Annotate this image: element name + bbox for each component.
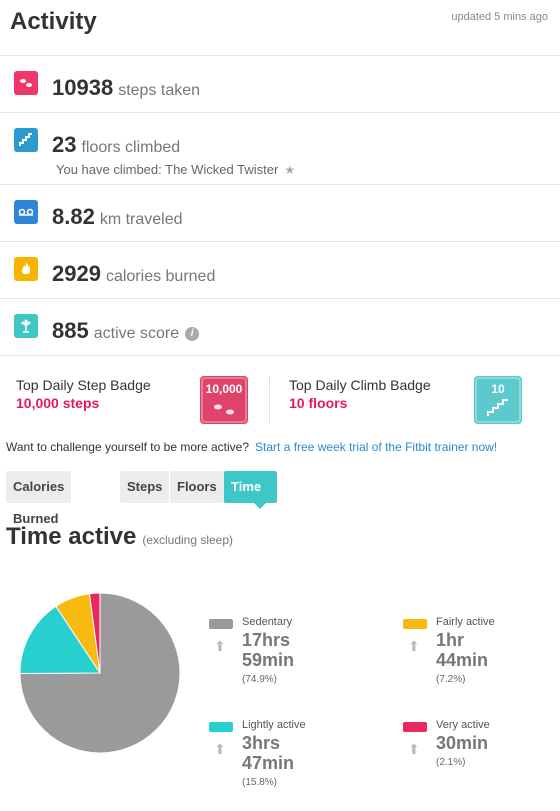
section-subtitle: (excluding sleep) [142, 533, 234, 547]
tab-floors[interactable]: Floors [170, 471, 224, 503]
floors-value: 23 [52, 132, 77, 157]
climbed-note: You have climbed: The Wicked Twister ★ [56, 162, 295, 177]
very-active-swatch [403, 722, 427, 732]
up-arrow-icon: ⬆ [214, 741, 226, 757]
activity-header: Activity updated 5 mins ago [0, 0, 560, 56]
up-arrow-icon: ⬆ [408, 638, 420, 654]
lightly-active-time-hours: 3hrs [242, 733, 281, 753]
very-active-percent: (2.1%) [436, 757, 466, 768]
steps-value: 10938 [52, 75, 114, 100]
lightly-active-time-mins: 47min [242, 753, 295, 773]
very-active-time: 30min [436, 733, 546, 753]
fairly-active-time: 1hr 44min [436, 630, 546, 670]
step-badge-label: Top Daily Step Badge [16, 377, 151, 393]
lightly-active-swatch [209, 722, 233, 732]
floors-stat-row[interactable]: 23 floors climbed You have climbed: The W… [0, 114, 560, 185]
tab-steps[interactable]: Steps [120, 471, 170, 503]
climb-badge-image[interactable]: 10 [474, 376, 522, 424]
fairly-active-percent: (7.2%) [436, 674, 466, 685]
tab-calories-burned[interactable]: Calories Burned [6, 471, 72, 526]
tab-time-active[interactable]: Time Active [224, 471, 278, 526]
badge-divider [269, 376, 270, 424]
calories-unit: calories burned [105, 268, 216, 285]
trainer-trial-link[interactable]: Start a free week trial of the Fitbit tr… [255, 440, 497, 454]
fairly-active-time-hours: 1hr [436, 630, 465, 650]
climb-badge-value: 10 floors [289, 395, 348, 411]
flame-icon [14, 257, 38, 281]
steps-unit: steps taken [118, 82, 201, 99]
distance-stat-row[interactable]: 8.82 km traveled [0, 186, 560, 242]
section-title: Time active (excluding sleep) [6, 523, 233, 551]
distance-stat: 8.82 km traveled [52, 204, 183, 230]
fairly-active-swatch [403, 619, 427, 629]
calories-stat-row[interactable]: 2929 calories burned [0, 243, 560, 299]
sedentary-label: Sedentary [242, 616, 293, 628]
updated-timestamp: updated 5 mins ago [451, 11, 548, 23]
floors-unit: floors climbed [81, 139, 181, 156]
flower-icon [14, 314, 38, 338]
floors-stat: 23 floors climbed [52, 132, 180, 158]
lightly-active-time: 3hrs 47min [242, 733, 352, 773]
sedentary-swatch [209, 619, 233, 629]
fairly-active-time-mins: 44min [436, 650, 489, 670]
star-icon[interactable]: ★ [284, 163, 295, 177]
page-title: Activity [10, 8, 97, 35]
score-stat: 885 active score i [52, 318, 200, 344]
distance-value: 8.82 [52, 204, 95, 229]
up-arrow-icon: ⬆ [408, 741, 420, 757]
footsteps-icon [14, 71, 38, 95]
steps-stat: 10938 steps taken [52, 75, 200, 101]
sedentary-time: 17hrs 59min [242, 630, 352, 670]
active-tab-pointer [254, 503, 266, 509]
challenge-text: Want to challenge yourself to be more ac… [6, 440, 250, 454]
score-unit: active score [93, 325, 180, 342]
stairs-icon [14, 128, 38, 152]
sedentary-time-mins: 59min [242, 650, 295, 670]
step-badge-image[interactable]: 10,000 [200, 376, 248, 424]
climb-badge-text: 10 [491, 382, 505, 396]
climb-badge-label: Top Daily Climb Badge [289, 377, 431, 393]
info-icon[interactable]: i [185, 327, 200, 341]
calories-value: 2929 [52, 261, 101, 286]
distance-icon [14, 200, 38, 224]
step-badge-text: 10,000 [206, 382, 243, 396]
steps-stat-row[interactable]: 10938 steps taken [0, 57, 560, 113]
calories-stat: 2929 calories burned [52, 261, 215, 287]
very-active-label: Very active [436, 719, 490, 731]
very-active-time-value: 30min [436, 733, 489, 753]
lightly-active-percent: (15.8%) [242, 777, 278, 788]
challenge-line: Want to challenge yourself to be more ac… [6, 440, 497, 454]
section-heading: Time active [6, 523, 137, 550]
fairly-active-label: Fairly active [436, 616, 495, 628]
climbed-text: You have climbed: The Wicked Twister [56, 162, 279, 177]
score-value: 885 [52, 318, 89, 343]
sedentary-time-hours: 17hrs [242, 630, 291, 650]
distance-unit: km traveled [99, 211, 183, 228]
score-stat-row[interactable]: 885 active score i [0, 300, 560, 356]
step-badge-value: 10,000 steps [16, 395, 100, 411]
time-active-pie-chart [19, 592, 181, 754]
lightly-active-label: Lightly active [242, 719, 306, 731]
up-arrow-icon: ⬆ [214, 638, 226, 654]
sedentary-percent: (74.9%) [242, 674, 278, 685]
